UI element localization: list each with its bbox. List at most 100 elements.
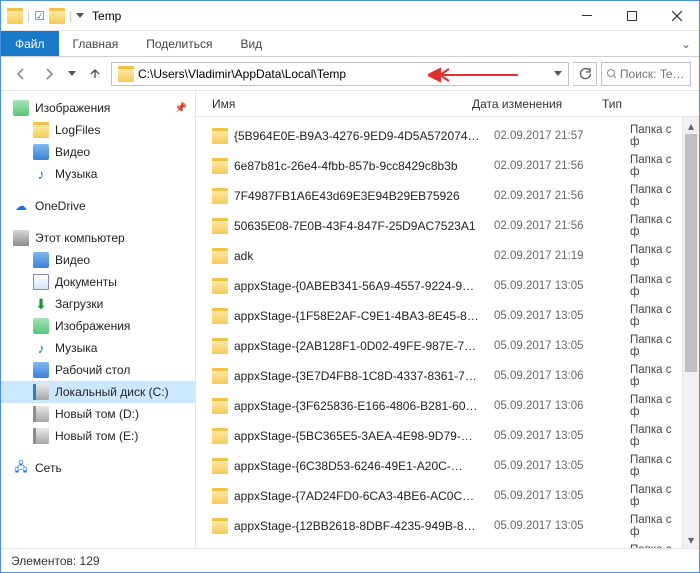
file-row[interactable]: appxStage-{3E7D4FB8-1C8D-4337-8361-7…05.… xyxy=(196,361,682,391)
address-dropdown-icon[interactable] xyxy=(554,71,562,76)
file-date: 05.09.2017 13:05 xyxy=(494,310,624,322)
file-area: Имя Дата изменения Тип {5B964E0E-B9A3-42… xyxy=(196,91,699,548)
folder-icon xyxy=(212,128,228,144)
file-type: Папка с ф xyxy=(630,394,682,418)
file-name: appxStage-{5BC365E5-3AEA-4E98-9D79-… xyxy=(234,429,488,443)
scroll-up-icon[interactable]: ▴ xyxy=(683,117,699,134)
file-type: Папка с ф xyxy=(630,274,682,298)
file-type: Папка с ф xyxy=(630,154,682,178)
sidebar-item-pictures[interactable]: Изображения📌 xyxy=(1,97,195,119)
qat-newfolder-icon[interactable] xyxy=(49,8,65,24)
file-row[interactable]: appxStage-{0ABEB341-56A9-4557-9224-9… 05.… xyxy=(196,271,682,301)
sidebar-pc-desktop[interactable]: Рабочий стол xyxy=(1,359,195,381)
file-row[interactable]: appxStage-{12BB2618-8DBF-4235-949B-8…05.… xyxy=(196,511,682,541)
scroll-down-icon[interactable]: ▾ xyxy=(683,531,699,548)
file-date: 05.09.2017 13:05 xyxy=(494,430,624,442)
qat-properties-icon[interactable]: ☑ xyxy=(34,9,45,23)
tab-share[interactable]: Поделиться xyxy=(132,31,226,56)
file-row[interactable]: 6e87b81c-26e4-4fbb-857b-9cc8429c8b3b02.0… xyxy=(196,151,682,181)
address-bar[interactable] xyxy=(111,62,569,86)
sidebar-thispc[interactable]: Этот компьютер xyxy=(1,227,195,249)
sidebar-disk-e[interactable]: Новый том (E:) xyxy=(1,425,195,447)
sidebar-pc-pictures[interactable]: Изображения xyxy=(1,315,195,337)
qat-dropdown-icon[interactable] xyxy=(76,13,84,18)
file-row[interactable]: {5B964E0E-B9A3-4276-9ED9-4D5A572074… 02.0… xyxy=(196,121,682,151)
file-row[interactable]: appxStage-{7AD24FD0-6CA3-4BE6-AC0C…05.09… xyxy=(196,481,682,511)
sidebar-pc-docs[interactable]: Документы xyxy=(1,271,195,293)
file-row[interactable]: appxStage-{2AB128F1-0D02-49FE-987E-7…05.… xyxy=(196,331,682,361)
nav-pane: Изображения📌 LogFiles Видео ♪Музыка ☁One… xyxy=(1,91,196,548)
file-type: Папка с ф xyxy=(630,214,682,238)
file-row[interactable]: 7F4987FB1A6E43d69E3E94B29EB7592602.09.20… xyxy=(196,181,682,211)
forward-button[interactable] xyxy=(37,62,61,86)
search-box[interactable] xyxy=(601,62,691,86)
onedrive-icon: ☁ xyxy=(13,198,29,214)
ribbon-tabs: Файл Главная Поделиться Вид ⌄ xyxy=(1,31,699,57)
disk-icon xyxy=(33,406,49,422)
folder-icon xyxy=(212,308,228,324)
file-date: 02.09.2017 21:56 xyxy=(494,220,624,232)
file-date: 02.09.2017 21:57 xyxy=(494,130,624,142)
sidebar-pc-downloads[interactable]: ⬇Загрузки xyxy=(1,293,195,315)
col-name[interactable]: Имя xyxy=(212,97,472,111)
pin-icon: 📌 xyxy=(175,103,187,114)
file-date: 05.09.2017 13:05 xyxy=(494,280,624,292)
sidebar-item-video[interactable]: Видео xyxy=(1,141,195,163)
file-row[interactable]: 50635E08-7E0B-43F4-847F-25D9AC7523A1 02.0… xyxy=(196,211,682,241)
file-row[interactable]: adk02.09.2017 21:19Папка с ф xyxy=(196,241,682,271)
sidebar-disk-c[interactable]: Локальный диск (C:) xyxy=(1,381,195,403)
file-name: adk xyxy=(234,249,488,263)
search-input[interactable] xyxy=(620,67,686,81)
up-button[interactable] xyxy=(83,62,107,86)
file-row[interactable]: appxStage-{5BC365E5-3AEA-4E98-9D79-… 05.0… xyxy=(196,421,682,451)
sidebar-network[interactable]: 🖧Сеть xyxy=(1,457,195,479)
file-name: 6e87b81c-26e4-4fbb-857b-9cc8429c8b3b xyxy=(234,159,488,173)
file-date: 02.09.2017 21:19 xyxy=(494,250,624,262)
file-name: appxStage-{7AD24FD0-6CA3-4BE6-AC0C… xyxy=(234,489,488,503)
sidebar-pc-video[interactable]: Видео xyxy=(1,249,195,271)
file-row[interactable]: appxStage-{26A274C8-654E-4C54-8709-5…05.… xyxy=(196,541,682,548)
folder-icon xyxy=(212,248,228,264)
qat-divider: | xyxy=(69,9,72,23)
folder-icon xyxy=(7,8,23,24)
col-type[interactable]: Тип xyxy=(602,97,699,111)
refresh-button[interactable] xyxy=(573,62,597,86)
scroll-thumb[interactable] xyxy=(685,134,697,372)
file-date: 05.09.2017 13:06 xyxy=(494,400,624,412)
file-name: 50635E08-7E0B-43F4-847F-25D9AC7523A1 xyxy=(234,219,488,233)
col-date[interactable]: Дата изменения xyxy=(472,97,602,111)
maximize-button[interactable] xyxy=(609,1,654,30)
tab-home[interactable]: Главная xyxy=(59,31,133,56)
minimize-button[interactable] xyxy=(564,1,609,30)
sidebar-item-logfiles[interactable]: LogFiles xyxy=(1,119,195,141)
sidebar-disk-d[interactable]: Новый том (D:) xyxy=(1,403,195,425)
close-button[interactable] xyxy=(654,1,699,30)
navbar xyxy=(1,57,699,91)
file-name: appxStage-{3F625836-E166-4806-B281-60… xyxy=(234,399,488,413)
file-list[interactable]: {5B964E0E-B9A3-4276-9ED9-4D5A572074… 02.0… xyxy=(196,117,682,548)
file-name: appxStage-{2AB128F1-0D02-49FE-987E-7… xyxy=(234,339,488,353)
recent-dropdown[interactable] xyxy=(65,62,79,86)
file-row[interactable]: appxStage-{3F625836-E166-4806-B281-60… 05… xyxy=(196,391,682,421)
file-type: Папка с ф xyxy=(630,334,682,358)
sidebar-pc-music[interactable]: ♪Музыка xyxy=(1,337,195,359)
sidebar-item-music[interactable]: ♪Музыка xyxy=(1,163,195,185)
pictures-icon xyxy=(33,318,49,334)
back-button[interactable] xyxy=(9,62,33,86)
tab-file[interactable]: Файл xyxy=(1,31,59,56)
file-row[interactable]: appxStage-{6C38D53-6246-49E1-A20C-…05.09… xyxy=(196,451,682,481)
ribbon-expand-icon[interactable]: ⌄ xyxy=(673,31,699,56)
file-name: {5B964E0E-B9A3-4276-9ED9-4D5A572074… xyxy=(234,129,488,143)
file-name: appxStage-{0ABEB341-56A9-4557-9224-9… xyxy=(234,279,488,293)
file-row[interactable]: appxStage-{1F58E2AF-C9E1-4BA3-8E45-8…05.… xyxy=(196,301,682,331)
tab-view[interactable]: Вид xyxy=(226,31,276,56)
file-type: Папка с ф xyxy=(630,304,682,328)
file-name: 7F4987FB1A6E43d69E3E94B29EB75926 xyxy=(234,189,488,203)
disk-icon xyxy=(33,428,49,444)
file-name: appxStage-{12BB2618-8DBF-4235-949B-8… xyxy=(234,519,488,533)
file-type: Папка с ф xyxy=(630,424,682,448)
folder-icon xyxy=(212,218,228,234)
scrollbar-vertical[interactable]: ▴ ▾ xyxy=(682,117,699,548)
sidebar-onedrive[interactable]: ☁OneDrive xyxy=(1,195,195,217)
file-type: Папка с ф xyxy=(630,454,682,478)
